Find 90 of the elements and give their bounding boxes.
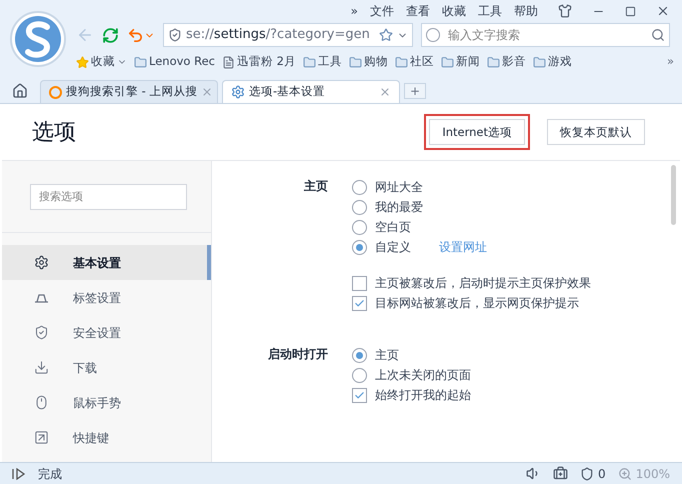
toolbox-icon[interactable] [553, 466, 568, 481]
menu-item[interactable]: 文件 [370, 2, 394, 20]
bookmark-item[interactable]: 工具 [302, 53, 342, 71]
shortcut-icon [34, 430, 49, 445]
bookmark-item[interactable]: Lenovo Rec [134, 53, 215, 71]
menu-item[interactable]: » [350, 2, 358, 20]
bookmark-item[interactable]: 影音 [486, 53, 526, 71]
radio-button[interactable] [352, 348, 367, 362]
close-icon[interactable] [656, 4, 670, 18]
shield-icon [34, 325, 49, 340]
option-label: 上次未关闭的页面 [375, 367, 471, 384]
menu-item[interactable]: 帮助 [514, 2, 538, 20]
folder-icon [532, 56, 546, 68]
folder-icon [394, 56, 408, 68]
shield-icon [168, 28, 182, 42]
status-text: 完成 [38, 466, 63, 482]
folder-icon [486, 56, 500, 68]
radio-button[interactable] [352, 220, 367, 234]
search-icon[interactable] [651, 28, 665, 42]
address-text: se://settings/?category=gen [186, 26, 371, 44]
star-icon [76, 56, 89, 68]
new-tab-button[interactable]: + [404, 83, 426, 99]
radio-button[interactable] [352, 180, 367, 194]
zoom-icon[interactable] [618, 466, 632, 480]
blocked-count: 0 [598, 466, 606, 482]
page-icon [222, 56, 235, 68]
option-label: 主页 [375, 347, 399, 364]
section-label: 主页 [303, 178, 329, 195]
radio-button[interactable] [352, 240, 367, 254]
sidebar-item[interactable]: 安全设置 [2, 315, 211, 350]
bookmark-item[interactable]: 迅雷粉 2月 [222, 53, 296, 71]
check-icon [354, 298, 365, 308]
option-label: 主页被篡改后，启动时提示主页保护效果 [375, 275, 591, 292]
option-label: 始终打开我的起始 [375, 387, 471, 404]
header-button[interactable]: 恢复本页默认 [547, 119, 645, 146]
scrollbar[interactable] [671, 165, 676, 225]
sidebar-item[interactable]: 基本设置 [2, 245, 211, 280]
sidebar-toggle-icon[interactable] [12, 468, 26, 480]
bookmark-item[interactable]: 社区 [394, 53, 434, 71]
option-label: 我的最爱 [375, 199, 423, 216]
option-label: 网址大全 [375, 179, 423, 196]
bookmark-item[interactable]: 游戏 [532, 53, 572, 71]
browser-tab[interactable]: 选项-基本设置 [222, 80, 400, 103]
page-title: 选项 [32, 118, 77, 146]
menu-item[interactable]: 工具 [478, 2, 502, 20]
search-input[interactable]: 输入文字搜索 [448, 26, 643, 44]
gear-icon [231, 85, 245, 99]
folder-icon [348, 56, 362, 68]
header-button[interactable]: Internet选项 [429, 119, 525, 146]
folder-icon [134, 56, 147, 68]
checkbox[interactable] [352, 276, 367, 290]
bookmark-item[interactable]: 收藏 [76, 53, 127, 71]
checkbox[interactable] [352, 388, 367, 402]
address-bar[interactable]: se://settings/?category=gen [163, 23, 413, 47]
option-label: 自定义 [375, 239, 411, 256]
options-search-field[interactable]: 搜索选项 [30, 184, 187, 210]
checkbox[interactable] [352, 296, 367, 310]
radio-button[interactable] [352, 368, 367, 382]
tab-title: 搜狗搜索引擎 - 上网从搜 [66, 83, 198, 100]
option-label: 目标网站被篡改后，显示网页保护提示 [375, 295, 579, 312]
browser-tab[interactable]: 搜狗搜索引擎 - 上网从搜 [40, 80, 218, 103]
tab-title: 选项-基本设置 [249, 83, 326, 100]
radio-button[interactable] [352, 200, 367, 214]
menu-item[interactable]: 查看 [406, 2, 430, 20]
menu-item[interactable]: 收藏 [442, 2, 466, 20]
folder-icon [302, 56, 316, 68]
sidebar-item[interactable]: 快捷键 [2, 420, 211, 455]
sidebar-item[interactable]: 鼠标手势 [2, 385, 211, 420]
sidebar-item[interactable]: 标签设置 [2, 280, 211, 315]
bookmark-item[interactable]: 新闻 [440, 53, 480, 71]
zoom-level: 100% [636, 466, 670, 482]
folder-icon [440, 56, 454, 68]
star-icon[interactable] [379, 28, 393, 42]
search-bar[interactable]: 输入文字搜索 [421, 23, 670, 47]
skin-icon[interactable] [558, 4, 572, 18]
bookmark-item[interactable]: 购物 [348, 53, 388, 71]
download-icon [34, 360, 49, 375]
mouse-icon [34, 395, 49, 410]
undo-icon[interactable] [127, 26, 144, 44]
check-icon [354, 390, 365, 400]
more-bookmarks[interactable]: » [666, 53, 674, 71]
home-icon[interactable] [12, 83, 28, 99]
maximize-icon[interactable] [625, 6, 636, 16]
shield-icon[interactable] [580, 466, 594, 480]
refresh-icon[interactable] [102, 26, 119, 44]
browser-logo[interactable] [9, 10, 67, 68]
gear-icon [34, 255, 49, 270]
section-label: 启动时打开 [267, 346, 329, 363]
option-label: 空白页 [375, 219, 411, 236]
sidebar-item[interactable]: 下载 [2, 350, 211, 385]
